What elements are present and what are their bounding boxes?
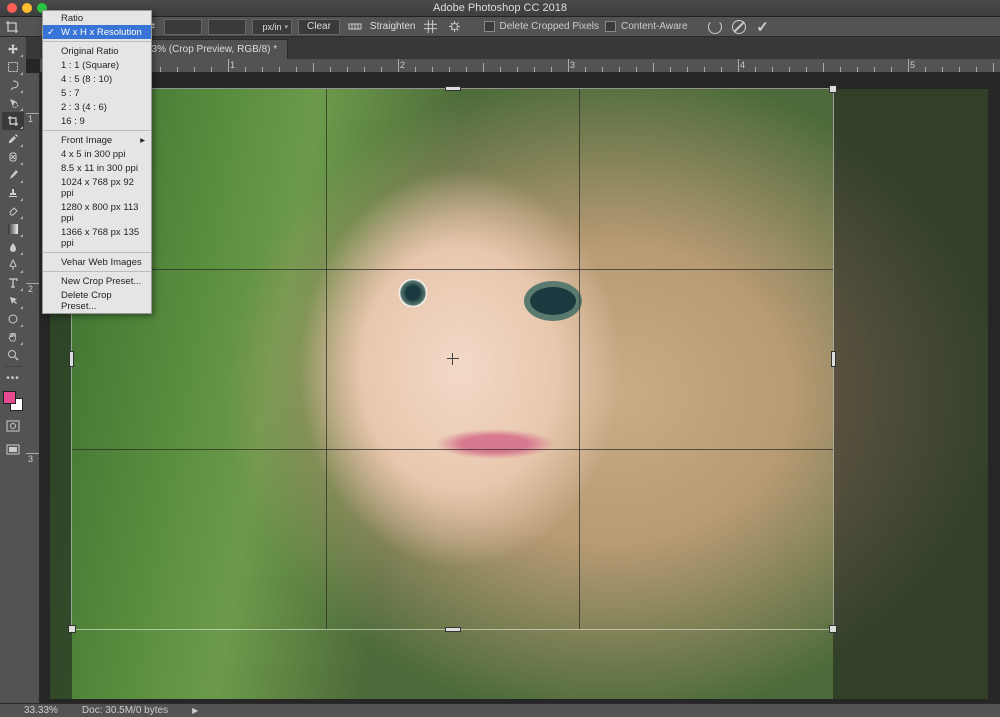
brush-tool[interactable] [2,166,24,184]
path-select-tool[interactable] [2,292,24,310]
toolbox: ••• [0,37,26,703]
unit-select[interactable]: px/in [252,19,292,35]
crop-tool-icon [4,19,20,35]
crop-tool[interactable] [2,112,24,130]
color-swatches[interactable] [3,391,23,411]
ruler-horizontal[interactable]: 012345 [40,59,1000,73]
gradient-tool[interactable] [2,220,24,238]
eyedropper-tool[interactable] [2,130,24,148]
crop-handle-r[interactable] [831,351,836,367]
crop-settings-button[interactable] [446,19,464,35]
overlay-grid-button[interactable] [422,19,440,35]
hand-tool[interactable] [2,328,24,346]
eraser-tool[interactable] [2,202,24,220]
delete-cropped-checkbox[interactable] [484,21,495,32]
close-window-button[interactable] [7,3,17,13]
crop-handle-br[interactable] [829,625,837,633]
commit-crop-button[interactable]: ✓ [754,19,772,35]
crop-grid-line [72,269,833,270]
preset-item[interactable]: 16 : 9 [43,114,151,128]
content-aware-option[interactable]: Content-Aware [605,21,688,32]
preset-item[interactable]: 8.5 x 11 in 300 ppi [43,161,151,175]
marquee-tool[interactable] [2,58,24,76]
status-bar: 33.33% Doc: 30.5M/0 bytes ▶ [0,703,1000,717]
crop-grid-line [579,89,580,629]
preset-item[interactable]: Front Image [43,133,151,147]
preset-item[interactable]: 1 : 1 (Square) [43,58,151,72]
clear-button[interactable]: Clear [298,19,340,35]
doc-info[interactable]: Doc: 30.5M/0 bytes [82,705,168,716]
preset-item[interactable]: Delete Crop Preset... [43,288,151,313]
doc-info-arrow-icon[interactable]: ▶ [192,706,198,715]
straighten-label: Straighten [370,21,416,32]
shape-tool[interactable] [2,310,24,328]
preset-item[interactable]: Vehar Web Images [43,255,151,269]
healing-tool[interactable] [2,148,24,166]
ruler-vertical[interactable]: 123 [26,73,40,703]
delete-cropped-label: Delete Cropped Pixels [500,21,600,32]
unit-label: px/in [262,22,281,32]
crop-handle-b[interactable] [445,627,461,632]
crop-handle-tr[interactable] [829,85,837,93]
foreground-color[interactable] [3,391,16,404]
toolbox-separator [4,366,22,367]
crop-shield-right [833,89,988,699]
cancel-crop-button[interactable] [730,19,748,35]
pen-tool[interactable] [2,256,24,274]
minimize-window-button[interactable] [22,3,32,13]
crop-box[interactable] [72,89,833,629]
delete-cropped-option[interactable]: Delete Cropped Pixels [484,21,600,32]
app-title: Adobe Photoshop CC 2018 [433,2,567,14]
document-canvas[interactable] [50,89,988,699]
blur-tool[interactable] [2,238,24,256]
preset-item[interactable]: New Crop Preset... [43,274,151,288]
window-controls [0,3,47,13]
height-input[interactable] [164,19,202,35]
preset-item[interactable]: 2 : 3 (4 : 6) [43,100,151,114]
document-tabs: xl-2015.jpg @ 33.3% (Crop Preview, RGB/8… [26,37,1000,59]
crop-grid-line [72,449,833,450]
content-aware-label: Content-Aware [621,21,688,32]
resolution-input[interactable] [208,19,246,35]
content-aware-checkbox[interactable] [605,21,616,32]
move-tool[interactable] [2,40,24,58]
preset-item[interactable]: 1366 x 768 px 135 ppi [43,225,151,250]
quick-select-tool[interactable] [2,94,24,112]
crop-preset-dropdown[interactable]: RatioW x H x Resolution Original Ratio1 :… [42,10,152,314]
preset-item[interactable]: 1280 x 800 px 113 ppi [43,200,151,225]
preset-item[interactable]: Original Ratio [43,44,151,58]
edit-toolbar-button[interactable]: ••• [2,369,24,387]
quick-mask-button[interactable] [2,417,24,435]
type-tool[interactable] [2,274,24,292]
straighten-icon[interactable] [346,19,364,35]
preset-item[interactable]: 4 : 5 (8 : 10) [43,72,151,86]
screen-mode-button[interactable] [2,441,24,459]
crop-handle-l[interactable] [69,351,74,367]
crop-center-mark [447,353,459,365]
canvas-area[interactable]: xl-2015.jpg @ 33.3% (Crop Preview, RGB/8… [26,37,1000,703]
crop-handle-t[interactable] [445,86,461,91]
crop-grid-line [326,89,327,629]
preset-item[interactable]: 1024 x 768 px 92 ppi [43,175,151,200]
preset-item[interactable]: 5 : 7 [43,86,151,100]
preset-item[interactable]: W x H x Resolution [43,25,151,39]
lasso-tool[interactable] [2,76,24,94]
zoom-tool[interactable] [2,346,24,364]
crop-handle-bl[interactable] [68,625,76,633]
preset-item[interactable]: Ratio [43,11,151,25]
stamp-tool[interactable] [2,184,24,202]
preset-item[interactable]: 4 x 5 in 300 ppi [43,147,151,161]
zoom-level[interactable]: 33.33% [24,705,58,716]
reset-crop-button[interactable] [706,19,724,35]
